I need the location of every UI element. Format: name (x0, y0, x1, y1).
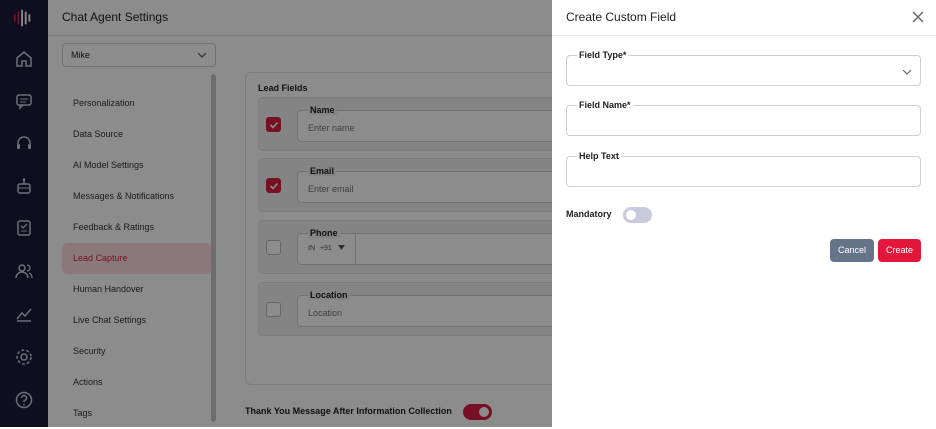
drawer-header: Create Custom Field (552, 0, 936, 36)
drawer-title: Create Custom Field (566, 10, 677, 24)
mandatory-toggle[interactable] (623, 207, 652, 223)
close-icon (912, 11, 924, 23)
create-custom-field-drawer: Create Custom Field Field Type* Field Na… (552, 0, 936, 427)
field-type-select[interactable]: Field Type* (566, 50, 921, 86)
field-name-label: Field Name* (577, 100, 633, 110)
toggle-knob (626, 210, 636, 220)
mandatory-label: Mandatory (566, 209, 612, 219)
create-button[interactable]: Create (878, 239, 921, 262)
help-text-label: Help Text (577, 151, 621, 161)
help-text-input[interactable]: Help Text (566, 151, 921, 187)
field-name-input[interactable]: Field Name* (566, 100, 921, 136)
close-button[interactable] (910, 9, 926, 25)
cancel-button[interactable]: Cancel (830, 239, 874, 262)
modal-backdrop[interactable] (0, 0, 552, 427)
field-type-label: Field Type* (577, 50, 629, 60)
chevron-down-icon (902, 69, 912, 75)
